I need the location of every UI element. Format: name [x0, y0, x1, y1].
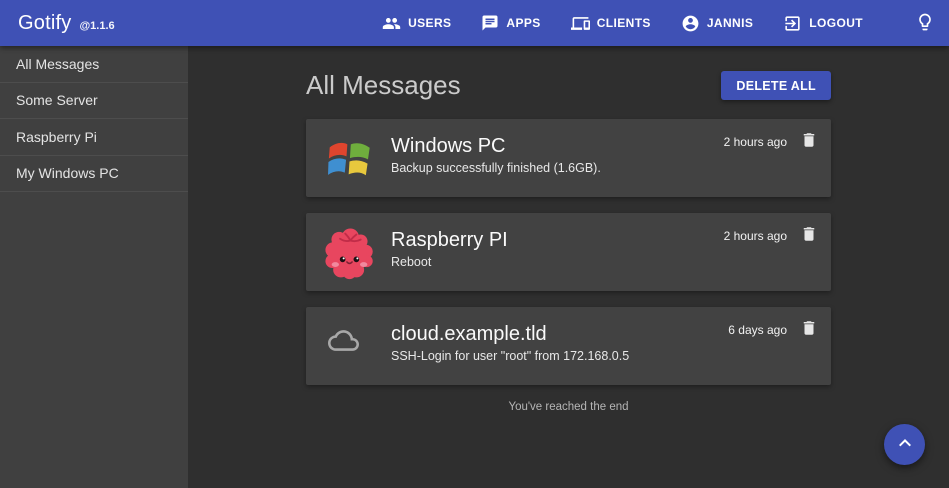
sidebar: All Messages Some Server Raspberry Pi My…	[0, 46, 188, 488]
nav-item-logout[interactable]: LOGOUT	[783, 14, 863, 33]
nav-item-label: CLIENTS	[597, 16, 651, 30]
nav-item-clients[interactable]: CLIENTS	[571, 14, 651, 33]
devices-icon	[571, 14, 590, 33]
sidebar-item-label: My Windows PC	[16, 165, 119, 181]
trash-icon	[800, 225, 818, 246]
message-time: 6 days ago	[728, 323, 787, 337]
trash-icon	[800, 319, 818, 340]
trash-icon	[800, 131, 818, 152]
users-icon	[382, 14, 401, 33]
raspberry-icon	[322, 225, 377, 280]
title-row: All Messages DELETE ALL	[306, 70, 831, 101]
brand: Gotify @1.1.6	[18, 12, 115, 35]
sidebar-item-label: Raspberry Pi	[16, 129, 97, 145]
end-of-list-text: You've reached the end	[306, 401, 831, 413]
delete-message-button[interactable]	[800, 131, 818, 152]
message-meta: 2 hours ago	[724, 225, 818, 246]
message-time: 2 hours ago	[724, 229, 787, 243]
sidebar-item-my-windows-pc[interactable]: My Windows PC	[0, 156, 188, 193]
nav-item-user-jannis[interactable]: JANNIS	[681, 14, 753, 33]
nav-item-label: LOGOUT	[809, 16, 863, 30]
message-card: Windows PC Backup successfully finished …	[306, 119, 831, 197]
nav-item-label: APPS	[506, 16, 540, 30]
logout-icon	[783, 14, 802, 33]
delete-message-button[interactable]	[800, 225, 818, 246]
main-area: All Messages DELETE ALL Windows PC Backu…	[188, 46, 949, 488]
delete-message-button[interactable]	[800, 319, 818, 340]
sidebar-item-label: All Messages	[16, 56, 99, 72]
theme-toggle-button[interactable]	[915, 12, 935, 35]
message-text: Backup successfully finished (1.6GB).	[391, 161, 815, 175]
message-card: Raspberry PI Reboot 2 hours ago	[306, 213, 831, 291]
delete-all-button[interactable]: DELETE ALL	[721, 71, 831, 100]
message-card: cloud.example.tld SSH-Login for user "ro…	[306, 307, 831, 385]
nav-item-label: JANNIS	[707, 16, 753, 30]
message-text: Reboot	[391, 255, 815, 269]
app-version: @1.1.6	[79, 20, 114, 32]
chat-icon	[481, 14, 499, 32]
message-text: SSH-Login for user "root" from 172.168.0…	[391, 349, 815, 363]
nav-item-users[interactable]: USERS	[382, 14, 451, 33]
message-meta: 2 hours ago	[724, 131, 818, 152]
content-column: All Messages DELETE ALL Windows PC Backu…	[306, 70, 831, 413]
sidebar-item-raspberry-pi[interactable]: Raspberry Pi	[0, 119, 188, 156]
chevron-up-icon	[893, 431, 917, 458]
sidebar-item-label: Some Server	[16, 92, 98, 108]
appbar-nav: USERS APPS CLIENTS JANNIS LOGOUT	[382, 12, 935, 35]
windows-logo-icon	[322, 131, 377, 186]
lightbulb-icon	[915, 12, 935, 35]
sidebar-item-all-messages[interactable]: All Messages	[0, 46, 188, 83]
nav-item-apps[interactable]: APPS	[481, 14, 540, 32]
app-bar: Gotify @1.1.6 USERS APPS CLIENTS JAN	[0, 0, 949, 46]
app-title: Gotify	[18, 12, 71, 35]
message-time: 2 hours ago	[724, 135, 787, 149]
nav-item-label: USERS	[408, 16, 451, 30]
scroll-top-fab[interactable]	[884, 424, 925, 465]
cloud-icon	[322, 319, 377, 374]
sidebar-item-some-server[interactable]: Some Server	[0, 83, 188, 120]
message-meta: 6 days ago	[728, 319, 818, 340]
account-circle-icon	[681, 14, 700, 33]
page-title: All Messages	[306, 70, 461, 101]
